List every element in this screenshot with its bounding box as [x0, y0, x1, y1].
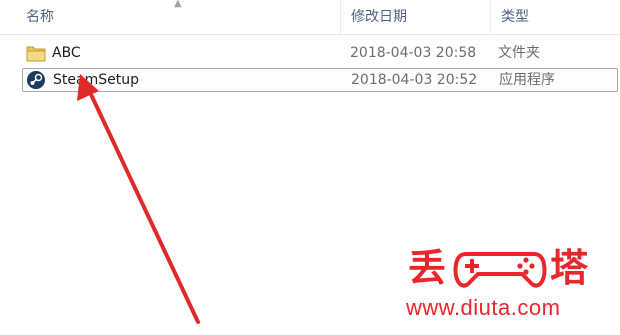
- watermark-logo: 丢 塔 www.diuta.com: [404, 244, 614, 326]
- watermark-char-left: 丢: [408, 246, 447, 290]
- column-header-date-modified[interactable]: 修改日期: [340, 0, 490, 34]
- folder-icon: [26, 46, 46, 62]
- file-date-modified: 2018-04-03 20:52: [351, 72, 478, 88]
- steam-icon: [27, 71, 45, 89]
- column-header-type[interactable]: 类型: [490, 0, 620, 34]
- file-row-abc[interactable]: ABC 2018-04-03 20:58 文件夹: [22, 41, 618, 65]
- file-date-modified: 2018-04-03 20:58: [350, 45, 477, 61]
- sort-ascending-icon: ▲: [174, 0, 182, 9]
- gamepad-icon: [453, 252, 547, 288]
- watermark-url: www.diuta.com: [406, 295, 561, 320]
- column-header-name[interactable]: 名称 ▲: [0, 0, 340, 34]
- watermark-top: 丢 塔: [404, 244, 614, 292]
- column-header-bar: 名称 ▲ 修改日期 类型: [0, 0, 620, 35]
- watermark-char-right: 塔: [550, 246, 589, 290]
- file-name: SteamSetup: [53, 72, 139, 88]
- column-header-date-label: 修改日期: [351, 9, 407, 25]
- file-row-steamsetup[interactable]: SteamSetup 2018-04-03 20:52 应用程序: [22, 68, 618, 92]
- file-type: 应用程序: [499, 72, 555, 88]
- file-type: 文件夹: [498, 45, 540, 61]
- column-header-name-label: 名称: [26, 9, 54, 25]
- column-header-type-label: 类型: [501, 9, 529, 25]
- file-name: ABC: [52, 45, 81, 61]
